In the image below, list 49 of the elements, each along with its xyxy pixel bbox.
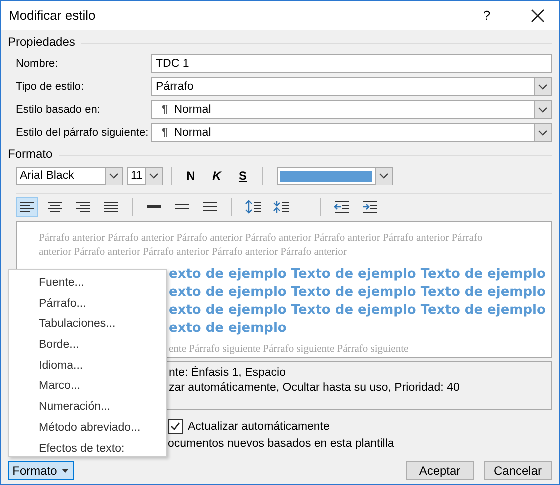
group-heading: Formato (8, 147, 53, 161)
field-label: Nombre: (16, 58, 60, 70)
sample-text: exto de ejemplo (169, 320, 288, 338)
style-button[interactable]: K (206, 169, 228, 183)
following-paragraph-text: ente Párrafo siguiente Párrafo siguiente Párrafo siguiente (169, 344, 410, 355)
dialog-button[interactable]: Aceptar (406, 461, 474, 480)
checkbox[interactable] (168, 419, 183, 434)
style-button[interactable]: N (180, 169, 202, 183)
sample-text: exto de ejemplo Texto de ejemplo Texto de ejemplo (169, 284, 547, 302)
style-button[interactable]: S (232, 169, 254, 183)
align-right-icon (75, 200, 91, 214)
previous-paragraph-text: Párrafo anterior Párrafo anterior Párrafo anterior Párrafo anterior Párrafo anterior Párrafo anterior Párrafo anterior Párrafo anterior Párrafo anterior Párrafo anterior Párrafo anterior (39, 232, 484, 260)
menu-item[interactable]: Párrafo... (9, 294, 166, 314)
menu-item[interactable]: Borde... (9, 335, 166, 356)
checkbox-label: Actualizar automáticamente (188, 420, 330, 432)
dropdown[interactable]: ¶ Normal (151, 123, 552, 142)
font-dropdown[interactable]: Arial Black (16, 167, 123, 185)
align-left-button[interactable] (16, 197, 38, 217)
checkmark-icon (170, 421, 181, 432)
menu-item[interactable]: Marco... (9, 376, 166, 398)
description-text: zar automáticamente, Ocultar hasta su uso, Prioridad: 40 (169, 381, 461, 396)
dropdown[interactable]: Párrafo (151, 77, 552, 96)
menu-item[interactable]: Método abreviado... (9, 418, 166, 438)
caret-icon (62, 468, 70, 472)
menu-item[interactable]: Efectos de texto: (9, 438, 166, 460)
group-heading: Propiedades (8, 35, 76, 49)
help-button[interactable]: ? (467, 8, 507, 23)
field-label: Estilo basado en: (16, 104, 102, 116)
option-label: ocumentos nuevos basados en esta plantilla (168, 438, 394, 450)
size-dropdown[interactable]: 11 (127, 167, 163, 185)
menu-item[interactable]: Fuente... (9, 273, 166, 294)
field-label: Estilo del párrafo siguiente: (16, 126, 150, 138)
close-icon[interactable] (531, 8, 545, 22)
text-field[interactable]: TDC 1 (151, 54, 552, 73)
menu-item[interactable]: Idioma... (9, 356, 166, 376)
align-left-icon (19, 200, 35, 214)
color-dropdown[interactable] (277, 167, 393, 185)
menu-item[interactable]: Numeración... (9, 397, 166, 418)
window-title: Modificar estilo (9, 8, 97, 23)
dropdown[interactable]: ¶ Normal (151, 100, 552, 119)
align-justify-icon (103, 200, 119, 214)
description-text: nte: Énfasis 1, Espacio (169, 366, 287, 381)
menu-item[interactable]: Tabulaciones... (9, 314, 166, 336)
format-menu-button[interactable]: Formato (8, 461, 74, 480)
align-center-icon (47, 200, 63, 214)
sample-text: exto de ejemplo Texto de ejemplo Texto de ejemplo (169, 302, 547, 320)
dialog-button[interactable]: Cancelar (484, 461, 552, 480)
field-label: Tipo de estilo: (16, 80, 86, 92)
sample-text: exto de ejemplo Texto de ejemplo Texto de ejemplo (169, 266, 547, 284)
